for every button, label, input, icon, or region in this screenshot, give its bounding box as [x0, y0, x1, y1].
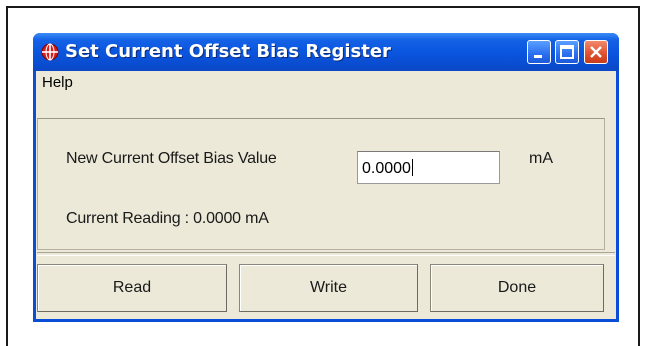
menu-help[interactable]: Help: [40, 73, 75, 92]
close-icon: [590, 46, 602, 58]
read-button[interactable]: Read: [37, 264, 227, 312]
red-globe-icon: [41, 43, 59, 61]
offset-bias-input-value: 0.0000: [362, 160, 411, 177]
current-reading-label: Current Reading : 0.0000 mA: [66, 210, 269, 227]
form-group-box: [37, 118, 605, 250]
separator: [37, 252, 615, 256]
menu-bar: Help: [36, 71, 616, 97]
maximize-icon: [560, 45, 574, 59]
minimize-button[interactable]: [527, 40, 551, 64]
unit-label: mA: [529, 150, 553, 167]
new-value-label: New Current Offset Bias Value: [66, 150, 277, 167]
write-button[interactable]: Write: [239, 264, 418, 312]
window-title: Set Current Offset Bias Register: [65, 41, 391, 62]
close-button[interactable]: [584, 40, 608, 64]
maximize-button[interactable]: [555, 40, 579, 64]
title-bar[interactable]: Set Current Offset Bias Register: [33, 33, 619, 71]
minimize-icon: [534, 55, 542, 58]
done-button[interactable]: Done: [430, 264, 604, 312]
text-caret: [411, 159, 413, 176]
offset-bias-input[interactable]: 0.0000: [357, 151, 500, 184]
